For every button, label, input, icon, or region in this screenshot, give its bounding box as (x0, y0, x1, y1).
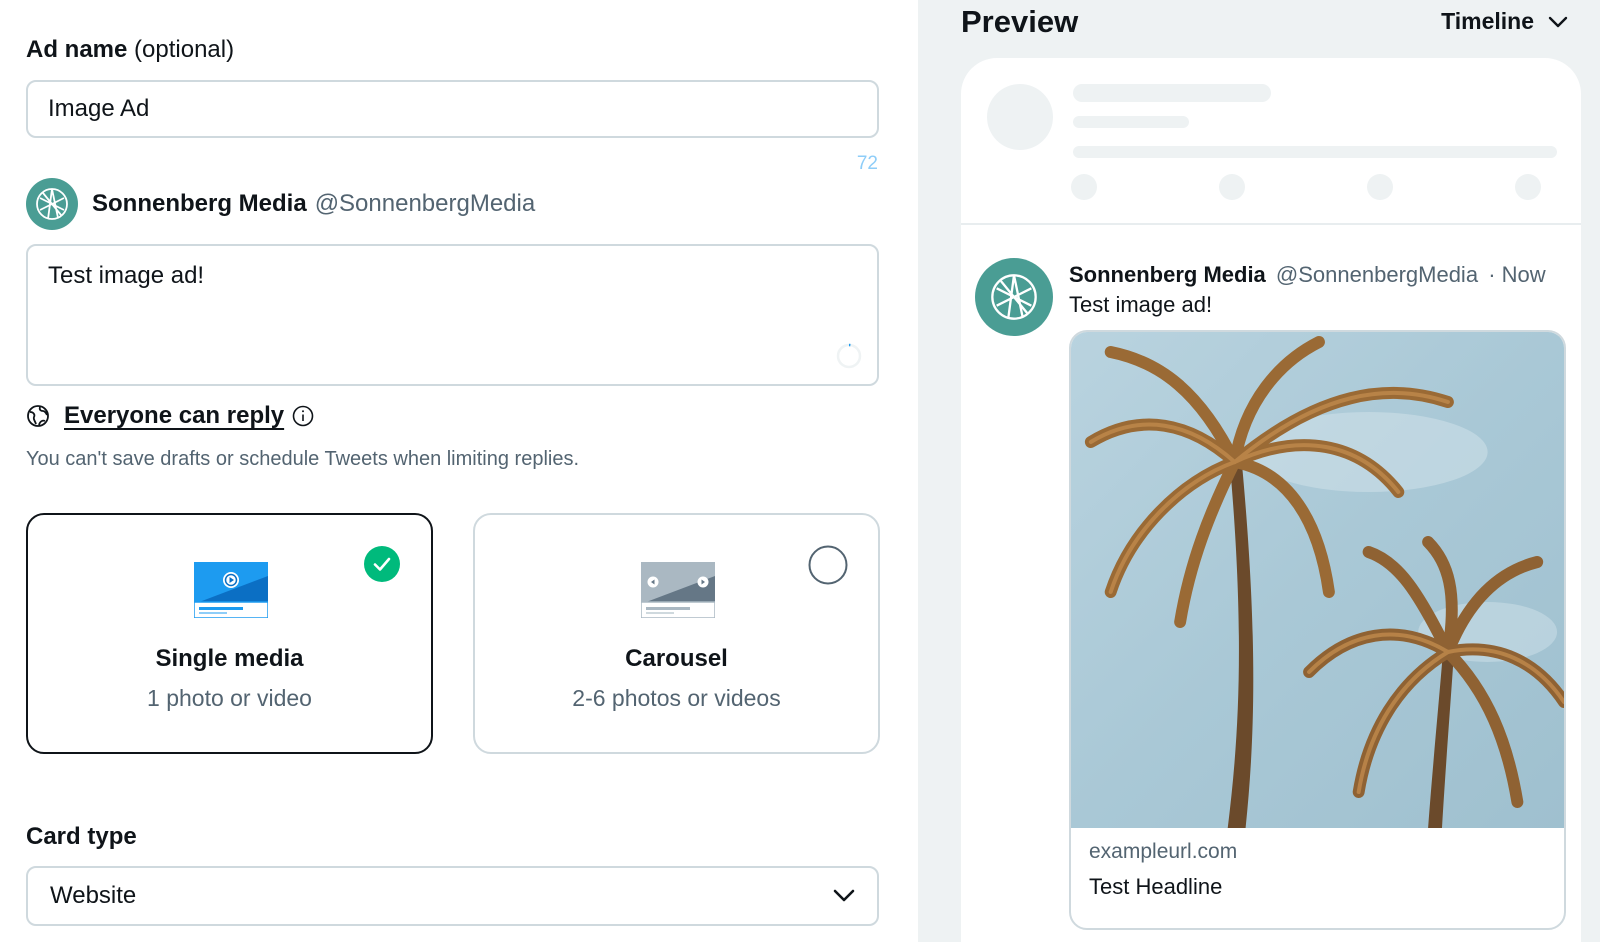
info-icon[interactable] (292, 405, 314, 427)
preview-account-handle: @SonnenbergMedia (1275, 262, 1479, 287)
single-media-title: Single media (155, 645, 304, 672)
ad-form: Ad name (optional) Image Ad 72 Sonnenber… (0, 0, 918, 942)
chevron-down-icon (833, 889, 855, 902)
preview-account-name: Sonnenberg Media (1069, 262, 1266, 287)
carousel-title: Carousel (625, 645, 728, 672)
placement-value: Timeline (1441, 8, 1534, 34)
preview-panel: Preview Timeline Sonnenberg Media @Sonne… (918, 0, 1600, 942)
single-media-icon (194, 562, 268, 618)
ad-name-input[interactable]: Image Ad (26, 80, 879, 138)
tweet-text-input[interactable]: Test image ad! (26, 244, 879, 386)
card-type-label: Card type (26, 823, 137, 850)
reply-setting-label[interactable]: Everyone can reply (64, 402, 284, 430)
preview-tweet-header: Sonnenberg Media @SonnenbergMedia · Now (1069, 262, 1546, 288)
card-type-value: Website (50, 882, 137, 909)
preview-tweet-text: Test image ad! (1069, 292, 1213, 317)
ad-name-value: Image Ad (48, 95, 150, 122)
preview-website-card[interactable]: exampleurl.com Test Headline (1069, 330, 1566, 930)
account-name: Sonnenberg Media (92, 190, 307, 217)
preview-timestamp: · Now (1488, 262, 1546, 287)
carousel-option[interactable]: Carousel 2-6 photos or videos (473, 513, 880, 754)
placement-dropdown[interactable]: Timeline (1441, 8, 1568, 35)
chevron-down-icon (1548, 16, 1568, 27)
carousel-icon (641, 562, 715, 618)
character-counter: 72 (856, 153, 878, 174)
ad-name-label: Ad name (optional) (26, 36, 235, 63)
check-icon (364, 546, 400, 582)
phone-preview: Sonnenberg Media @SonnenbergMedia · Now … (961, 58, 1581, 942)
preview-title: Preview (961, 4, 1079, 39)
account-handle: @SonnenbergMedia (314, 190, 536, 217)
globe-icon (27, 405, 49, 427)
character-progress-icon (836, 343, 862, 369)
reply-note: You can't save drafts or schedule Tweets… (26, 448, 580, 470)
single-media-subtitle: 1 photo or video (147, 685, 312, 711)
single-media-option[interactable]: Single media 1 photo or video (26, 513, 433, 754)
preview-card-headline: Test Headline (1089, 874, 1223, 899)
avatar-logo-icon (26, 178, 78, 230)
preview-card-url: exampleurl.com (1089, 840, 1238, 863)
avatar-logo-icon (975, 258, 1053, 336)
radio-unselected-icon[interactable] (808, 545, 848, 585)
placeholder-tweet-skeleton (961, 58, 1581, 225)
tweet-text-value: Test image ad! (48, 262, 205, 289)
carousel-subtitle: 2-6 photos or videos (572, 685, 781, 711)
reply-setting-row[interactable]: Everyone can reply (26, 402, 314, 430)
palm-tree-photo (1071, 332, 1564, 828)
account-row: Sonnenberg Media @SonnenbergMedia (26, 178, 535, 230)
card-type-select[interactable]: Website (26, 866, 879, 926)
